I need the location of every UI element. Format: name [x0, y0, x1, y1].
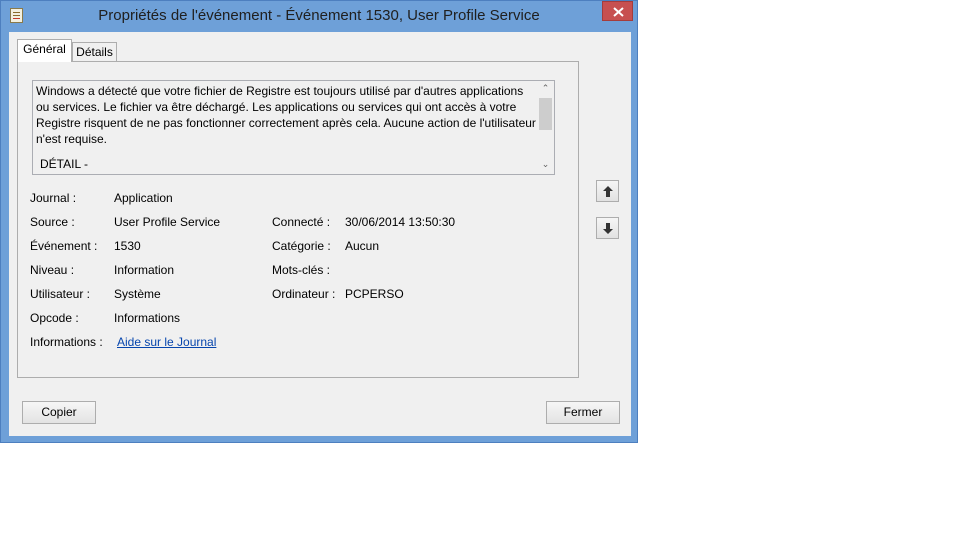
- arrow-down-icon: [603, 223, 613, 234]
- computer-value: PCPERSO: [345, 287, 404, 301]
- dialog-client-area: Général Détails Windows a détecté que vo…: [9, 32, 631, 436]
- event-properties-window: Propriétés de l'événement - Événement 15…: [0, 0, 638, 443]
- scroll-down-icon[interactable]: ⌄: [537, 157, 554, 174]
- event-description-box[interactable]: Windows a détecté que votre fichier de R…: [32, 80, 555, 175]
- window-title: Propriétés de l'événement - Événement 15…: [98, 7, 540, 24]
- scrollbar-thumb[interactable]: [539, 98, 552, 130]
- event-id-label: Événement :: [30, 239, 98, 253]
- scroll-up-icon[interactable]: ⌃: [537, 81, 554, 98]
- tab-general[interactable]: Général: [17, 39, 72, 62]
- logged-value: 30/06/2014 13:50:30: [345, 215, 456, 229]
- category-label: Catégorie :: [272, 239, 331, 253]
- user-value: Système: [114, 287, 161, 301]
- event-log-help-link[interactable]: Aide sur le Journal: [117, 335, 216, 349]
- user-label: Utilisateur :: [30, 287, 91, 301]
- logged-label: Connecté :: [272, 215, 331, 229]
- arrow-up-icon: [603, 186, 613, 197]
- description-scrollbar[interactable]: ⌃ ⌄: [537, 81, 554, 174]
- source-value: User Profile Service: [114, 215, 221, 229]
- event-id-value: 1530: [114, 239, 141, 253]
- journal-value: Application: [114, 191, 173, 205]
- close-window-button[interactable]: [602, 1, 633, 21]
- event-description-text: Windows a détecté que votre fichier de R…: [36, 84, 536, 146]
- more-info-label: Informations :: [30, 335, 103, 349]
- keywords-label: Mots-clés :: [272, 263, 331, 277]
- computer-label: Ordinateur :: [272, 287, 336, 301]
- copy-button[interactable]: Copier: [22, 401, 96, 424]
- event-detail-heading: DÉTAIL -: [40, 157, 89, 171]
- previous-event-button[interactable]: [596, 180, 619, 202]
- title-bar[interactable]: Propriétés de l'événement - Événement 15…: [1, 1, 637, 32]
- general-tab-panel: Windows a détecté que votre fichier de R…: [17, 61, 579, 378]
- source-label: Source :: [30, 215, 75, 229]
- category-value: Aucun: [345, 239, 380, 253]
- next-event-button[interactable]: [596, 217, 619, 239]
- close-button[interactable]: Fermer: [546, 401, 620, 424]
- journal-label: Journal :: [30, 191, 77, 205]
- close-icon: [613, 7, 624, 17]
- opcode-value: Informations: [114, 311, 181, 325]
- tab-details[interactable]: Détails: [72, 42, 117, 63]
- level-value: Information: [114, 263, 175, 277]
- opcode-label: Opcode :: [30, 311, 79, 325]
- level-label: Niveau :: [30, 263, 75, 277]
